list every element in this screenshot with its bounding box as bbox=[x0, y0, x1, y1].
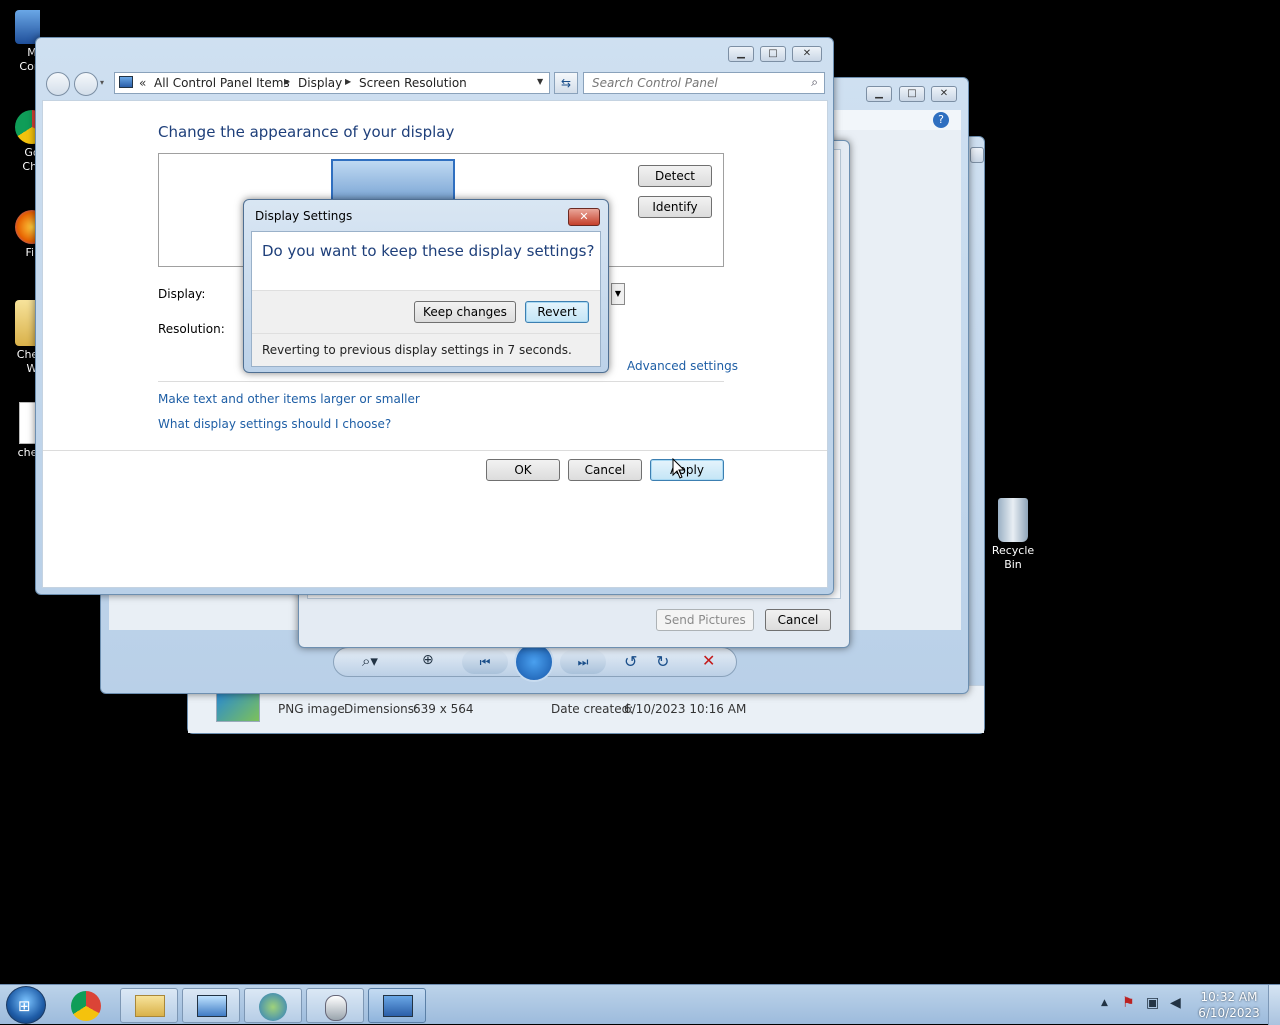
taskbar-explorer[interactable] bbox=[120, 988, 178, 1023]
volume-muted-icon[interactable]: ◀ bbox=[1170, 995, 1181, 1011]
countdown-text: Reverting to previous display settings i… bbox=[262, 343, 572, 357]
identify-button[interactable]: Identify bbox=[638, 196, 712, 218]
rotate-left-icon[interactable]: ↺ bbox=[624, 652, 637, 671]
control-panel-icon bbox=[119, 76, 133, 88]
dialog-body: Do you want to keep these display settin… bbox=[251, 231, 601, 367]
taskbar-mouse[interactable] bbox=[306, 988, 364, 1023]
mouse-cursor-icon bbox=[672, 458, 686, 479]
taskbar-network[interactable] bbox=[244, 988, 302, 1023]
desktop-icon-recycle-bin[interactable]: Recycle Bin bbox=[982, 498, 1044, 572]
apply-button[interactable]: Apply bbox=[650, 459, 724, 481]
dialog-close-button[interactable]: ✕ bbox=[568, 208, 600, 226]
start-button[interactable]: ⊞ bbox=[6, 986, 46, 1024]
search-placeholder: Search Control Panel bbox=[592, 76, 718, 90]
divider bbox=[43, 450, 827, 451]
date-label: Date created: bbox=[551, 702, 634, 716]
photo-controls: ⌕▾ ⊕ ⏮ ⏭ ↺ ↻ ✕ bbox=[333, 642, 737, 682]
search-icon[interactable]: ⌕ bbox=[811, 75, 818, 90]
display-settings-dialog: Display Settings ✕ Do you want to keep t… bbox=[243, 199, 609, 373]
dialog-question: Do you want to keep these display settin… bbox=[262, 242, 595, 260]
search-box[interactable]: Search Control Panel ⌕ bbox=[583, 72, 825, 94]
detect-button[interactable]: Detect bbox=[638, 165, 712, 187]
display-settings-help-link[interactable]: What display settings should I choose? bbox=[158, 417, 391, 431]
breadcrumb-prefix[interactable]: « bbox=[139, 76, 146, 90]
advanced-settings-link[interactable]: Advanced settings bbox=[627, 359, 738, 373]
resolution-label: Resolution: bbox=[158, 322, 225, 336]
rotate-right-icon[interactable]: ↻ bbox=[656, 652, 669, 671]
minimize-button[interactable]: ▁ bbox=[866, 86, 892, 102]
dimensions-value: 639 x 564 bbox=[413, 702, 474, 716]
close-button[interactable]: ✕ bbox=[931, 86, 957, 102]
file-type: PNG image bbox=[278, 702, 345, 716]
text-size-link[interactable]: Make text and other items larger or smal… bbox=[158, 392, 420, 406]
control-panel-icon bbox=[383, 995, 413, 1017]
recycle-bin-label: Recycle Bin bbox=[991, 544, 1035, 571]
divider bbox=[252, 333, 600, 334]
taskbar-photo-viewer[interactable] bbox=[182, 988, 240, 1023]
display-label: Display: bbox=[158, 287, 206, 301]
recent-pages-icon[interactable]: ▾ bbox=[100, 78, 104, 87]
breadcrumb-chevron-icon[interactable]: ▶ bbox=[284, 77, 290, 86]
breadcrumb-chevron-icon[interactable]: ▶ bbox=[345, 77, 351, 86]
mouse-icon bbox=[325, 995, 347, 1021]
next-icon[interactable]: ⏭ bbox=[560, 650, 606, 674]
dialog-footer: Keep changes Revert Reverting to previou… bbox=[252, 290, 600, 366]
page-title: Change the appearance of your display bbox=[158, 123, 455, 141]
ok-button[interactable]: OK bbox=[486, 459, 560, 481]
recycle-bin-icon bbox=[998, 498, 1028, 542]
dimensions-label: Dimensions: bbox=[344, 702, 419, 716]
chrome-icon bbox=[71, 991, 101, 1021]
slideshow-icon[interactable] bbox=[514, 642, 554, 682]
address-bar[interactable]: « All Control Panel Items ▶ Display ▶ Sc… bbox=[114, 72, 550, 94]
previous-icon[interactable]: ⏮ bbox=[462, 650, 508, 674]
desktop-icons-left: M Com Go Chr Fir Chew W chew bbox=[0, 0, 40, 470]
cancel-button[interactable]: Cancel bbox=[568, 459, 642, 481]
maximize-button[interactable]: □ bbox=[760, 46, 786, 62]
breadcrumb-item-screen-resolution[interactable]: Screen Resolution bbox=[359, 76, 467, 90]
globe-icon bbox=[259, 993, 287, 1021]
action-center-icon[interactable]: ⚑ bbox=[1122, 995, 1135, 1011]
fit-window-icon[interactable]: ⊕ bbox=[422, 652, 434, 668]
back-button[interactable] bbox=[46, 72, 70, 96]
delete-icon[interactable]: ✕ bbox=[702, 651, 715, 670]
breadcrumb-item-display[interactable]: Display bbox=[298, 76, 342, 90]
dialog-title: Display Settings bbox=[255, 209, 353, 223]
taskbar: ⊞ ▲ ⚑ ▣ ◀ 10:32 AM 6/10/2023 bbox=[0, 984, 1280, 1025]
network-icon[interactable]: ▣ bbox=[1146, 995, 1159, 1011]
taskbar-control-panel[interactable] bbox=[368, 988, 426, 1023]
date-value: 6/10/2023 10:16 AM bbox=[624, 702, 747, 716]
address-dropdown-icon[interactable]: ▼ bbox=[537, 77, 543, 86]
forward-button[interactable] bbox=[74, 72, 98, 96]
breadcrumb-item-all-items[interactable]: All Control Panel Items bbox=[154, 76, 290, 90]
zoom-icon[interactable]: ⌕▾ bbox=[362, 652, 378, 670]
windows-logo-icon: ⊞ bbox=[18, 997, 31, 1015]
photo-viewer-icon bbox=[197, 995, 227, 1017]
clock[interactable]: 10:32 AM 6/10/2023 bbox=[1196, 989, 1262, 1021]
print-cancel-button[interactable]: Cancel bbox=[765, 609, 831, 631]
restore-button[interactable] bbox=[970, 147, 984, 163]
clock-time: 10:32 AM bbox=[1200, 990, 1258, 1004]
show-desktop-button[interactable] bbox=[1268, 985, 1280, 1025]
taskbar-chrome[interactable] bbox=[66, 989, 108, 1023]
folder-icon bbox=[135, 995, 165, 1017]
minimize-button[interactable]: ▁ bbox=[728, 46, 754, 62]
clock-date: 6/10/2023 bbox=[1198, 1006, 1260, 1020]
send-pictures-button[interactable]: Send Pictures bbox=[656, 609, 754, 631]
revert-button[interactable]: Revert bbox=[525, 301, 589, 323]
divider bbox=[158, 381, 724, 382]
maximize-button[interactable]: □ bbox=[899, 86, 925, 102]
show-hidden-icons[interactable]: ▲ bbox=[1101, 998, 1108, 1008]
keep-changes-button[interactable]: Keep changes bbox=[414, 301, 516, 323]
refresh-icon[interactable]: ⇆ bbox=[554, 72, 578, 94]
display-dropdown[interactable]: ▼ bbox=[611, 283, 625, 305]
close-button[interactable]: ✕ bbox=[792, 46, 822, 62]
file-thumbnail bbox=[216, 692, 260, 722]
help-icon[interactable]: ? bbox=[933, 112, 949, 128]
